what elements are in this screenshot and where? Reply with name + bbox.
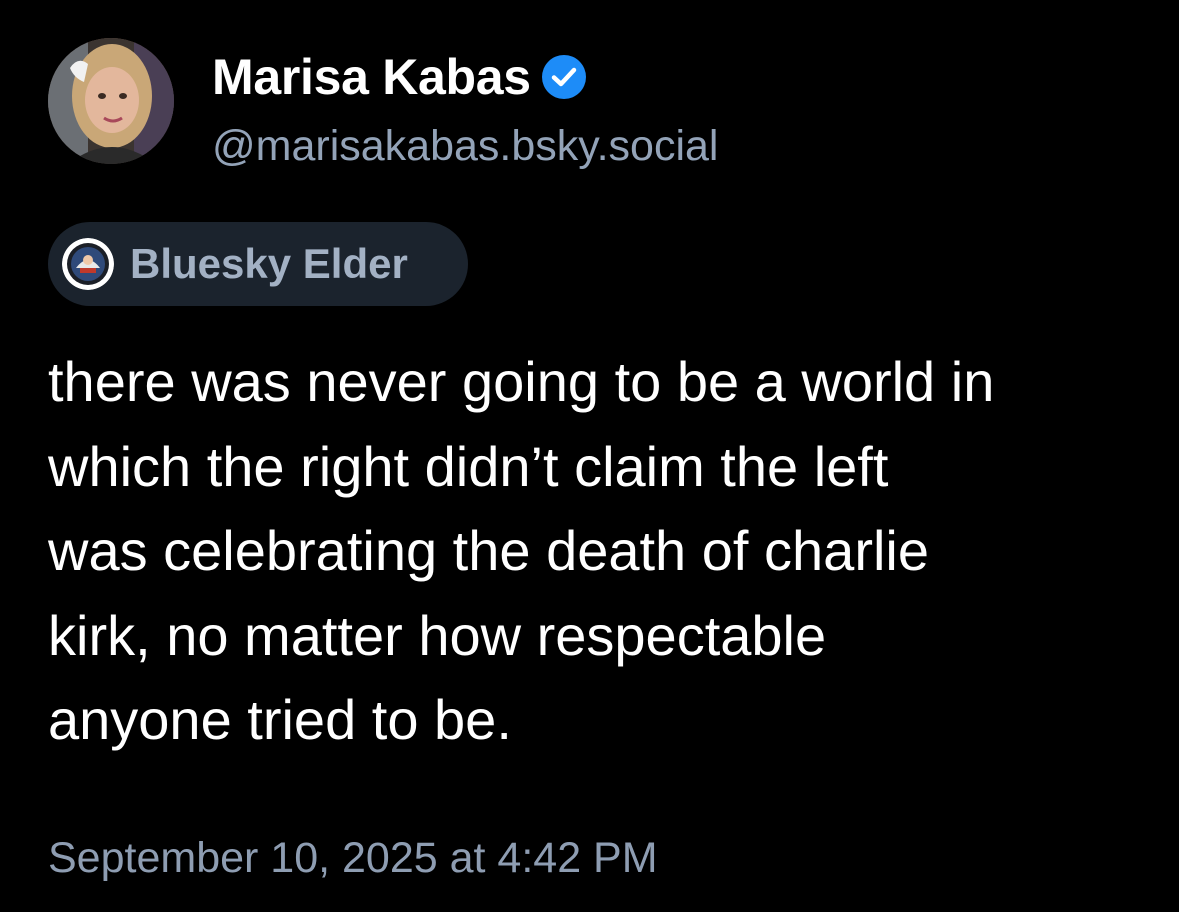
post-timestamp[interactable]: September 10, 2025 at 4:42 PM [48, 834, 658, 883]
post-card: Marisa Kabas @marisakabas.bsky.social Bl… [0, 0, 1179, 912]
label-badge-text: Bluesky Elder [130, 240, 408, 287]
post-body-text: there was never going to be a world in w… [48, 350, 995, 751]
verified-check-icon[interactable] [541, 54, 587, 100]
author-name-row: Marisa Kabas [212, 46, 587, 108]
label-badge[interactable]: Bluesky Elder [48, 222, 468, 306]
bluesky-elder-badge-icon [62, 238, 114, 290]
author-handle[interactable]: @marisakabas.bsky.social [212, 122, 718, 171]
avatar-photo-icon [48, 38, 174, 164]
author-avatar[interactable] [48, 38, 174, 164]
author-display-name[interactable]: Marisa Kabas [212, 48, 531, 106]
